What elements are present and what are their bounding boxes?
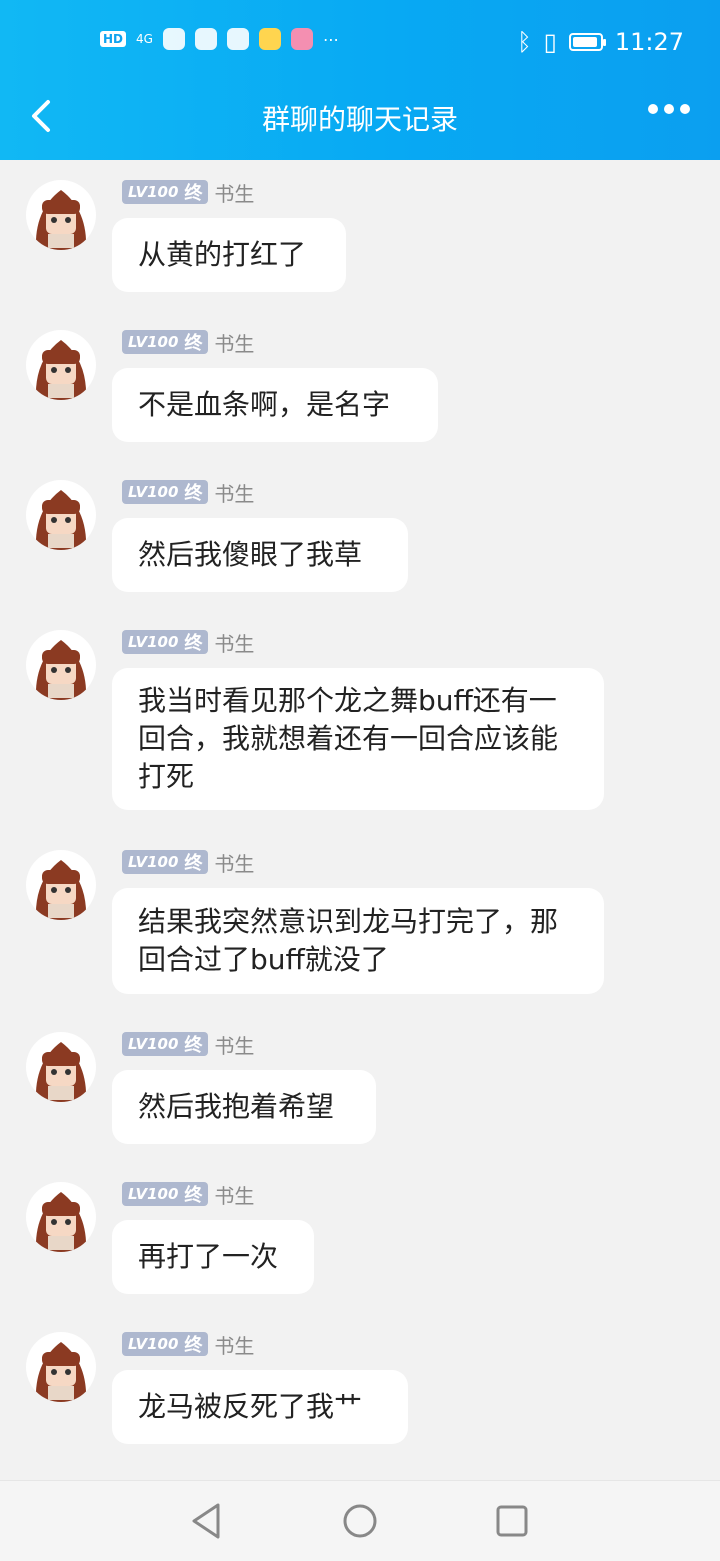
app-icon-green	[258, 28, 281, 50]
system-nav-bar	[0, 1480, 720, 1561]
message-text: 结果我突然意识到龙马打完了，那回合过了buff就没了	[138, 905, 559, 976]
sender-name: 书生	[214, 631, 255, 656]
rank-text: 终	[184, 853, 203, 874]
bluetooth-icon: ᛒ	[517, 28, 532, 56]
message-bubble[interactable]: 从黄的打红了	[112, 218, 346, 292]
message-bubble[interactable]: 然后我傻眼了我草	[112, 518, 408, 592]
sender-name: 书生	[214, 851, 255, 876]
status-time: 11:27	[614, 28, 684, 56]
message-bubble[interactable]: 再打了一次	[112, 1220, 314, 1294]
message-bubble[interactable]: 结果我突然意识到龙马打完了，那回合过了buff就没了	[112, 888, 604, 994]
more-icon[interactable]	[648, 104, 690, 114]
level-text: LV100	[128, 853, 179, 871]
level-badge: LV100 终	[122, 630, 209, 654]
rank-text: 终	[184, 633, 203, 654]
message-meta: LV100 终书生	[122, 850, 255, 876]
sender-name: 书生	[214, 331, 255, 356]
rank-text: 终	[184, 1185, 203, 1206]
level-badge: LV100 终	[122, 480, 209, 504]
more-notifications-icon: ⋯	[322, 29, 339, 49]
sender-name: 书生	[214, 1183, 255, 1208]
message-text: 我当时看见那个龙之舞buff还有一回合，我就想着还有一回合应该能打死	[138, 684, 559, 793]
level-text: LV100	[128, 1335, 179, 1353]
sender-name: 书生	[214, 481, 255, 506]
home-circle-icon[interactable]	[340, 1501, 380, 1541]
app-icon-qq	[226, 28, 249, 50]
message-meta: LV100 终书生	[122, 1332, 255, 1358]
app-icon-browser	[194, 28, 217, 50]
level-badge: LV100 终	[122, 1032, 209, 1056]
level-badge: LV100 终	[122, 1332, 209, 1356]
level-badge: LV100 终	[122, 180, 209, 204]
back-triangle-icon[interactable]	[188, 1501, 228, 1541]
status-right: ᛒ ▯ 11:27	[517, 28, 684, 56]
message-bubble[interactable]: 我当时看见那个龙之舞buff还有一回合，我就想着还有一回合应该能打死	[112, 668, 604, 810]
sender-name: 书生	[214, 181, 255, 206]
message-text: 然后我傻眼了我草	[138, 538, 363, 571]
sender-name: 书生	[214, 1333, 255, 1358]
rank-text: 终	[184, 183, 203, 204]
level-text: LV100	[128, 333, 179, 351]
message-bubble[interactable]: 然后我抱着希望	[112, 1070, 376, 1144]
page-title: 群聊的聊天记录	[261, 103, 458, 136]
vibrate-icon: ▯	[543, 28, 557, 56]
level-badge: LV100 终	[122, 330, 209, 354]
rank-text: 终	[184, 333, 203, 354]
message-meta: LV100 终书生	[122, 480, 255, 506]
status-left: HD 4G ⋯	[100, 28, 339, 50]
level-text: LV100	[128, 183, 179, 201]
message-bubble[interactable]: 不是血条啊，是名字	[112, 368, 438, 442]
message-text: 然后我抱着希望	[138, 1090, 335, 1123]
avatar[interactable]	[26, 1032, 96, 1102]
nav-bar: 群聊的聊天记录	[0, 80, 720, 150]
message-text: 再打了一次	[138, 1240, 279, 1273]
recent-apps-icon[interactable]	[492, 1501, 532, 1541]
avatar[interactable]	[26, 630, 96, 700]
message-meta: LV100 终书生	[122, 1182, 255, 1208]
level-badge: LV100 终	[122, 1182, 209, 1206]
message-meta: LV100 终书生	[122, 1032, 255, 1058]
message-bubble[interactable]: 龙马被反死了我艹	[112, 1370, 408, 1444]
rank-text: 终	[184, 1035, 203, 1056]
top-bar: HD 4G ⋯ ᛒ ▯ 11:27 群聊的聊天记录	[0, 0, 720, 160]
level-text: LV100	[128, 1035, 179, 1053]
battery-icon	[568, 33, 606, 51]
signal-icon: 4G	[136, 32, 153, 46]
level-badge: LV100 终	[122, 850, 209, 874]
avatar[interactable]	[26, 1182, 96, 1252]
rank-text: 终	[184, 1335, 203, 1356]
message-text: 龙马被反死了我艹	[138, 1390, 363, 1423]
status-bar: HD 4G ⋯ ᛒ ▯ 11:27	[0, 22, 720, 62]
message-meta: LV100 终书生	[122, 330, 255, 356]
rank-text: 终	[184, 483, 203, 504]
level-text: LV100	[128, 633, 179, 651]
message-text: 从黄的打红了	[138, 238, 307, 271]
message-text: 不是血条啊，是名字	[138, 388, 391, 421]
level-text: LV100	[128, 483, 179, 501]
avatar[interactable]	[26, 180, 96, 250]
message-meta: LV100 终书生	[122, 180, 255, 206]
avatar[interactable]	[26, 850, 96, 920]
avatar[interactable]	[26, 330, 96, 400]
level-text: LV100	[128, 1185, 179, 1203]
message-meta: LV100 终书生	[122, 630, 255, 656]
hd-icon: HD	[100, 31, 127, 47]
app-icon-bilibili	[290, 28, 313, 50]
avatar[interactable]	[26, 1332, 96, 1402]
app-icon-music	[162, 28, 185, 50]
sender-name: 书生	[214, 1033, 255, 1058]
avatar[interactable]	[26, 480, 96, 550]
